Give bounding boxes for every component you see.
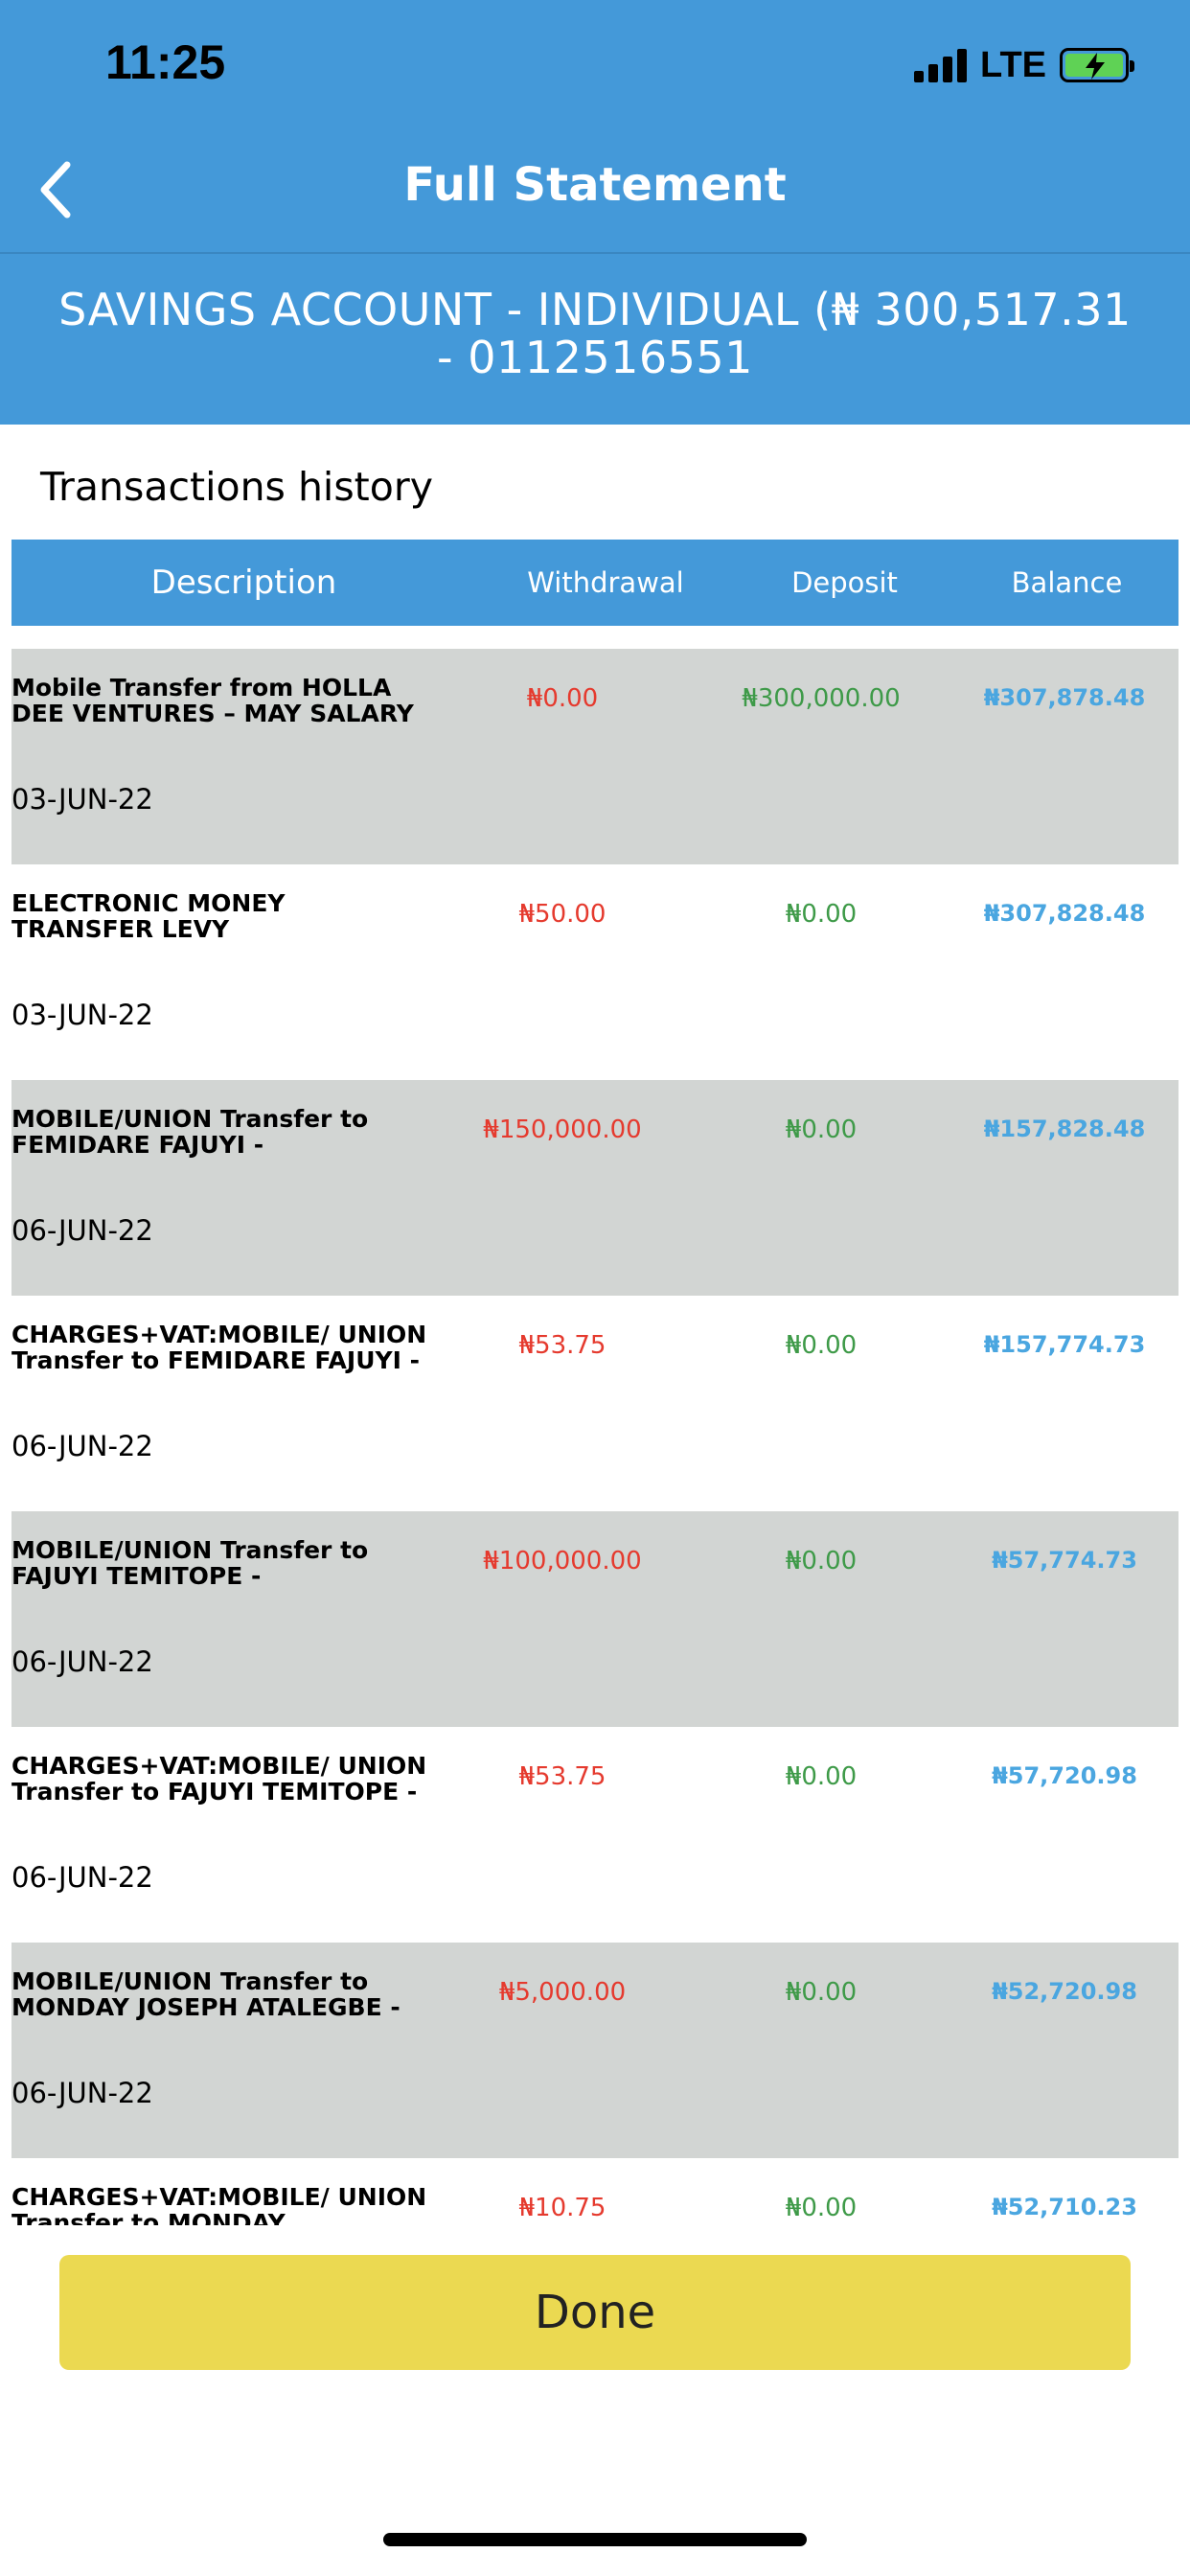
table-header: Description Withdrawal Deposit Balance [11, 540, 1179, 626]
withdrawal-amount: ₦53.75 [518, 1762, 606, 1791]
table-row[interactable]: CHARGES+VAT:MOBILE/ UNION Transfer to FA… [11, 1727, 1179, 1943]
done-button[interactable]: Done [59, 2255, 1131, 2370]
withdrawal-amount: ₦10.75 [518, 2194, 606, 2222]
deposit-amount: ₦0.00 [785, 1978, 858, 2007]
account-number: - 0112516551 [437, 332, 753, 383]
transaction-date: 06-JUN-22 [11, 1645, 153, 1678]
balance-amount: ₦52,710.23 [992, 2194, 1137, 2220]
deposit-amount: ₦0.00 [785, 900, 858, 929]
column-header-withdrawal: Withdrawal [527, 566, 684, 599]
transaction-date: 03-JUN-22 [11, 999, 153, 1031]
transaction-description: MOBILE/UNION Transfer to FAJUYI TEMITOPE… [11, 1536, 369, 1590]
balance-amount: ₦307,828.48 [983, 900, 1146, 927]
column-header-balance: Balance [1011, 566, 1123, 599]
deposit-amount: ₦0.00 [785, 1116, 858, 1144]
transaction-date: 03-JUN-22 [11, 783, 153, 816]
transactions-list[interactable]: Mobile Transfer from HOLLA DEE VENTURES … [11, 649, 1179, 2225]
signal-icon [914, 48, 968, 82]
status-indicators: LTE [914, 44, 1134, 86]
transaction-description: Mobile Transfer from HOLLA DEE VENTURES … [11, 674, 414, 727]
network-label: LTE [980, 44, 1046, 85]
transaction-date: 06-JUN-22 [11, 1861, 153, 1894]
table-row[interactable]: MOBILE/UNION Transfer to MONDAY JOSEPH A… [11, 1943, 1179, 2158]
withdrawal-amount: ₦5,000.00 [498, 1978, 627, 2007]
account-name-balance: SAVINGS ACCOUNT - INDIVIDUAL (₦ 300,517.… [58, 284, 1132, 335]
deposit-amount: ₦0.00 [785, 2194, 858, 2222]
deposit-amount: ₦0.00 [785, 1762, 858, 1791]
transaction-date: 06-JUN-22 [11, 1430, 153, 1462]
transaction-description: ELECTRONIC MONEY TRANSFER LEVY [11, 889, 286, 943]
table-row[interactable]: MOBILE/UNION Transfer to FEMIDARE FAJUYI… [11, 1080, 1179, 1296]
table-row[interactable]: ELECTRONIC MONEY TRANSFER LEVY 03-JUN-22 ₦… [11, 864, 1179, 1080]
column-header-deposit: Deposit [791, 566, 898, 599]
transaction-date: 06-JUN-22 [11, 1214, 153, 1247]
transaction-description: CHARGES+VAT:MOBILE/ UNION Transfer to FE… [11, 1321, 427, 1374]
balance-amount: ₦52,720.98 [992, 1978, 1137, 2005]
transaction-date: 06-JUN-22 [11, 2077, 153, 2109]
nav-divider [0, 252, 1190, 254]
balance-amount: ₦57,774.73 [992, 1547, 1137, 1574]
app-header: 11:25 LTE Full Statement SAVINGS ACCOUNT… [0, 0, 1190, 425]
withdrawal-amount: ₦50.00 [518, 900, 606, 929]
account-summary: SAVINGS ACCOUNT - INDIVIDUAL (₦ 300,517.… [29, 286, 1161, 381]
table-row[interactable]: CHARGES+VAT:MOBILE/ UNION Transfer to MO… [11, 2158, 1179, 2225]
status-time: 11:25 [105, 35, 226, 89]
withdrawal-amount: ₦150,000.00 [483, 1116, 642, 1144]
deposit-amount: ₦0.00 [785, 1547, 858, 1576]
table-row[interactable]: MOBILE/UNION Transfer to FAJUYI TEMITOPE… [11, 1511, 1179, 1727]
page-title: Full Statement [403, 158, 787, 212]
section-title: Transactions history [40, 464, 433, 510]
battery-icon [1060, 48, 1134, 82]
table-row[interactable]: Mobile Transfer from HOLLA DEE VENTURES … [11, 649, 1179, 864]
balance-amount: ₦157,774.73 [983, 1331, 1146, 1358]
deposit-amount: ₦0.00 [785, 1331, 858, 1360]
balance-amount: ₦57,720.98 [992, 1762, 1137, 1789]
withdrawal-amount: ₦0.00 [526, 684, 599, 713]
balance-amount: ₦307,878.48 [983, 684, 1146, 711]
withdrawal-amount: ₦53.75 [518, 1331, 606, 1360]
transaction-description: CHARGES+VAT:MOBILE/ UNION Transfer to MO… [11, 2183, 427, 2225]
transaction-description: CHARGES+VAT:MOBILE/ UNION Transfer to FA… [11, 1752, 427, 1806]
column-header-description: Description [150, 564, 337, 602]
transaction-description: MOBILE/UNION Transfer to FEMIDARE FAJUYI… [11, 1105, 369, 1159]
table-row[interactable]: CHARGES+VAT:MOBILE/ UNION Transfer to FE… [11, 1296, 1179, 1511]
balance-amount: ₦157,828.48 [983, 1116, 1146, 1142]
transaction-description: MOBILE/UNION Transfer to MONDAY JOSEPH A… [11, 1967, 400, 2021]
deposit-amount: ₦300,000.00 [742, 684, 901, 713]
home-indicator [383, 2533, 807, 2546]
withdrawal-amount: ₦100,000.00 [483, 1547, 642, 1576]
